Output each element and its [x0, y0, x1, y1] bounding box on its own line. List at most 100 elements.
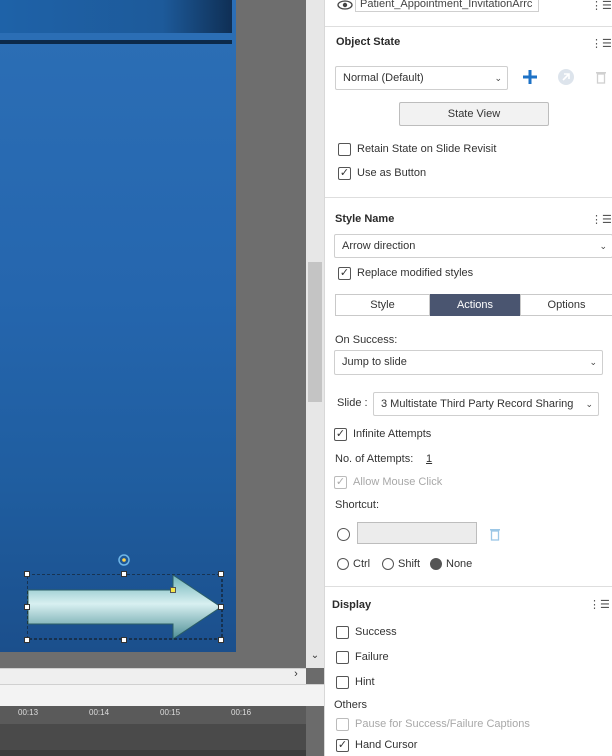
shortcut-label: Shortcut:	[335, 499, 380, 511]
attempts-value[interactable]: 1	[426, 453, 432, 465]
shift-label: Shift	[398, 558, 421, 570]
menu-icon[interactable]: ⋮☰	[591, 38, 612, 50]
allow-mouse-click-row[interactable]: ✓ Allow Mouse Click	[334, 474, 442, 490]
style-select-value: Arrow direction	[342, 240, 416, 252]
style-select[interactable]: Arrow direction ⌄	[334, 234, 612, 258]
success-checkbox[interactable]	[336, 625, 349, 639]
timeline-tick: 00:16	[231, 708, 252, 717]
use-as-button-row[interactable]: ✓ Use as Button	[338, 165, 426, 181]
on-success-value: Jump to slide	[342, 356, 407, 368]
selection-handle[interactable]	[24, 604, 30, 610]
modifier-shift[interactable]: Shift	[382, 556, 420, 572]
slide-select-value: 3 Multistate Third Party Record Sharing	[381, 398, 574, 410]
pause-captions-checkbox[interactable]	[336, 717, 349, 731]
object-state-title: Object State	[336, 36, 401, 48]
retain-state-label: Retain State on Slide Revisit	[357, 143, 497, 155]
scroll-down-icon[interactable]: ⌄	[306, 650, 324, 666]
none-label: None	[446, 558, 473, 570]
trash-icon[interactable]	[595, 70, 607, 84]
hand-cursor-checkbox[interactable]: ✓	[336, 738, 349, 752]
object-name-field[interactable]: Patient_Appointment_InvitationArrc	[355, 0, 539, 12]
chevron-right-icon[interactable]: ›	[286, 668, 306, 684]
shift-radio[interactable]	[382, 558, 394, 570]
allow-mouse-click-label: Allow Mouse Click	[353, 476, 443, 488]
state-view-button[interactable]: State View	[399, 102, 549, 126]
hint-label: Hint	[355, 676, 375, 688]
selection-handle[interactable]	[218, 604, 224, 610]
attempts-label: No. of Attempts:	[335, 453, 414, 465]
timeline-tick: 00:14	[89, 708, 110, 717]
slide-divider	[0, 40, 232, 44]
menu-icon[interactable]: ⋮☰	[591, 214, 612, 226]
slide-label: Slide :	[337, 397, 368, 409]
hint-checkbox[interactable]	[336, 675, 349, 689]
slide-select[interactable]: 3 Multistate Third Party Record Sharing …	[373, 392, 599, 416]
on-success-select[interactable]: Jump to slide ⌄	[334, 350, 603, 375]
chevron-down-icon: ⌄	[599, 241, 607, 251]
tab-options[interactable]: Options	[520, 294, 612, 316]
modifier-none[interactable]: None	[430, 556, 472, 572]
hint-row[interactable]: Hint	[336, 674, 375, 690]
trash-icon[interactable]	[489, 527, 501, 541]
timeline-tick: 00:15	[160, 708, 181, 717]
selection-handle[interactable]	[121, 571, 127, 577]
add-icon[interactable]	[523, 70, 537, 84]
use-as-button-checkbox[interactable]: ✓	[338, 166, 351, 180]
replace-styles-label: Replace modified styles	[357, 267, 474, 279]
hand-cursor-row[interactable]: ✓ Hand Cursor	[336, 737, 417, 753]
failure-row[interactable]: Failure	[336, 649, 389, 665]
replace-styles-checkbox[interactable]: ✓	[338, 266, 351, 280]
selection-handle[interactable]	[24, 637, 30, 643]
eye-icon[interactable]	[337, 0, 353, 12]
allow-mouse-click-checkbox[interactable]: ✓	[334, 475, 347, 489]
timeline-ruler[interactable]: 00:13 00:14 00:15 00:16	[0, 706, 306, 724]
shortcut-radio[interactable]	[337, 528, 350, 541]
timeline-tick: 00:13	[18, 708, 39, 717]
properties-panel: Patient_Appointment_InvitationArrc ⋮☰ Ob…	[324, 0, 612, 756]
hand-cursor-label: Hand Cursor	[355, 739, 418, 751]
none-radio[interactable]	[430, 558, 442, 570]
chevron-down-icon: ⌄	[494, 73, 502, 83]
failure-label: Failure	[355, 651, 389, 663]
infinite-attempts-row[interactable]: ✓ Infinite Attempts	[334, 426, 431, 442]
display-title: Display	[332, 599, 372, 611]
slide-header-bar	[0, 0, 232, 33]
shape-adjust-handle[interactable]	[170, 587, 176, 593]
pause-captions-row[interactable]: Pause for Success/Failure Captions	[336, 716, 530, 732]
on-success-label: On Success:	[335, 334, 398, 346]
menu-icon[interactable]: ⋮☰	[591, 0, 612, 12]
success-row[interactable]: Success	[336, 624, 397, 640]
state-link-icon[interactable]	[557, 68, 575, 86]
arrow-shape[interactable]	[26, 573, 223, 640]
selection-handle[interactable]	[218, 571, 224, 577]
selection-handle[interactable]	[218, 637, 224, 643]
others-label: Others	[334, 699, 368, 711]
retain-state-checkbox[interactable]	[338, 142, 351, 156]
selection-handle[interactable]	[121, 637, 127, 643]
infinite-attempts-label: Infinite Attempts	[353, 428, 432, 440]
style-name-title: Style Name	[335, 213, 395, 225]
selection-handle[interactable]	[24, 571, 30, 577]
infinite-attempts-checkbox[interactable]: ✓	[334, 427, 347, 441]
tab-style[interactable]: Style	[335, 294, 430, 316]
replace-styles-row[interactable]: ✓ Replace modified styles	[338, 265, 473, 281]
menu-icon[interactable]: ⋮☰	[589, 599, 610, 611]
retain-state-row[interactable]: Retain State on Slide Revisit	[338, 141, 496, 157]
state-select[interactable]: Normal (Default) ⌄	[335, 66, 508, 90]
use-as-button-label: Use as Button	[357, 167, 427, 179]
ctrl-radio[interactable]	[337, 558, 349, 570]
ctrl-label: Ctrl	[353, 558, 371, 570]
vertical-scroll-thumb[interactable]	[308, 262, 322, 402]
chevron-down-icon: ⌄	[585, 399, 593, 409]
pause-captions-label: Pause for Success/Failure Captions	[355, 718, 530, 730]
state-select-value: Normal (Default)	[343, 72, 424, 84]
timeline-track-bar	[0, 750, 306, 756]
horizontal-scrollbar[interactable]	[0, 668, 306, 684]
failure-checkbox[interactable]	[336, 650, 349, 664]
tab-actions[interactable]: Actions	[430, 294, 520, 316]
timeline-header	[0, 684, 324, 706]
rotate-handle-icon[interactable]	[117, 553, 131, 567]
success-label: Success	[355, 626, 397, 638]
modifier-ctrl[interactable]: Ctrl	[337, 556, 370, 572]
shortcut-input[interactable]	[357, 522, 477, 544]
